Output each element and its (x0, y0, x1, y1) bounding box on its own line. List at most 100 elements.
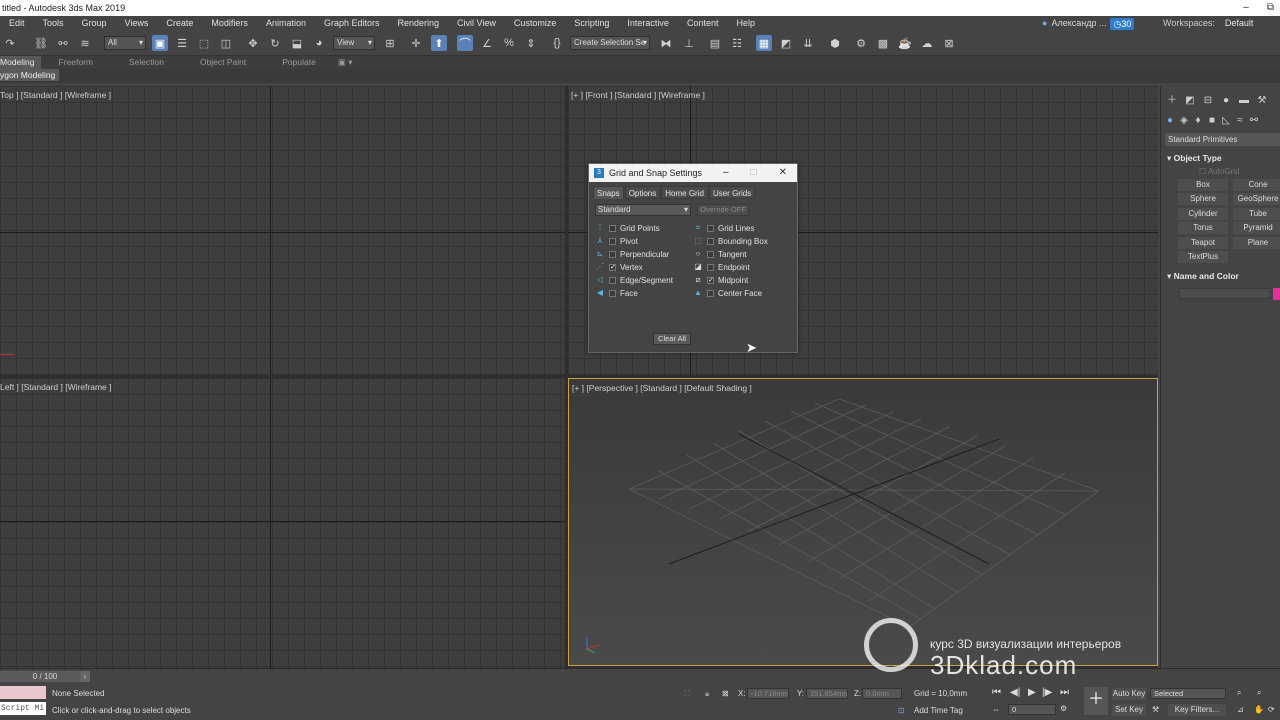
menu-scripting[interactable]: Scripting (565, 16, 618, 31)
go-to-end-icon[interactable]: ⏭ (1060, 687, 1069, 698)
snap-perpendicular[interactable]: ⊾ Perpendicular (595, 248, 670, 260)
user-account[interactable]: ● Александр ... ◷30 (1042, 16, 1135, 31)
next-frame-icon[interactable]: |▶ (1042, 687, 1052, 698)
x-coordinate-field[interactable]: -10,716mm (747, 688, 789, 699)
menu-create[interactable]: Create (157, 16, 202, 31)
time-config-icon[interactable]: ⚙ (1060, 704, 1067, 713)
curve-editor-icon[interactable]: ◩ (778, 35, 794, 51)
menu-civil-view[interactable]: Civil View (448, 16, 505, 31)
object-name-input[interactable] (1179, 288, 1271, 299)
tab-freeform[interactable]: Freeform (41, 56, 111, 69)
selection-set-dropdown[interactable]: Selected (1150, 688, 1226, 699)
unlink-icon[interactable]: ⚯ (55, 35, 71, 51)
hierarchy-tab-icon[interactable]: ⊟ (1199, 94, 1217, 108)
textplus-button[interactable]: TextPlus (1178, 251, 1228, 263)
select-object-icon[interactable]: ▣ (152, 35, 168, 51)
snap-vertex[interactable]: ⋰ ✓ Vertex (595, 261, 643, 273)
modify-tab-icon[interactable]: ◩ (1181, 94, 1199, 108)
tab-modeling[interactable]: Modeling (0, 56, 41, 69)
time-slider-next-icon[interactable]: › (80, 671, 90, 682)
checkbox[interactable] (609, 276, 616, 284)
menu-tools[interactable]: Tools (34, 16, 73, 31)
layer-explorer-icon[interactable]: ☷ (729, 35, 745, 51)
space-warps-icon[interactable]: ≈ (1233, 114, 1247, 128)
placement-icon[interactable]: ◕ (311, 35, 327, 51)
shapes-icon[interactable]: ◈ (1177, 114, 1191, 128)
z-coordinate-field[interactable]: 0,0mm (862, 688, 902, 699)
render-in-cloud-icon[interactable]: ☁ (919, 35, 935, 51)
pan-icon[interactable]: ✋ (1254, 705, 1264, 714)
scale-icon[interactable]: ⬓ (289, 35, 305, 51)
checkbox[interactable] (707, 289, 714, 297)
key-mode-icon[interactable]: ⇔ (992, 705, 1000, 714)
set-key-button[interactable]: Set Key (1112, 704, 1146, 716)
ribbon-options-icon[interactable]: ▣ ▾ (334, 56, 357, 69)
viewport-top[interactable]: Top ] [Standard ] [Wireframe ] (0, 86, 565, 375)
viewport-perspective-label[interactable]: [+ ] [Perspective ] [Standard ] [Default… (572, 383, 752, 393)
go-to-start-icon[interactable]: ⏮ (992, 687, 1001, 698)
notification-badge[interactable]: ◷30 (1110, 17, 1135, 30)
snap-grid-points[interactable]: ⁞ Grid Points (595, 222, 660, 234)
rect-selection-icon[interactable]: ⬚ (196, 35, 212, 51)
menu-modifiers[interactable]: Modifiers (202, 16, 257, 31)
menu-animation[interactable]: Animation (257, 16, 315, 31)
snap-tangent[interactable]: ○ Tangent (693, 248, 747, 260)
schematic-view-icon[interactable]: ⇊ (800, 35, 816, 51)
menu-rendering[interactable]: Rendering (389, 16, 449, 31)
window-crossing-icon[interactable]: ◫ (218, 35, 234, 51)
render-setup-icon[interactable]: ⚙ (853, 35, 869, 51)
rendered-frame-window-icon[interactable]: ▩ (875, 35, 891, 51)
cone-button[interactable]: Cone (1233, 179, 1280, 191)
align-icon[interactable]: ⊥ (681, 35, 697, 51)
checkbox[interactable] (609, 250, 616, 258)
dialog-maximize-button[interactable]: □ (751, 164, 757, 182)
set-key-big-icon[interactable]: ＋ (1084, 687, 1108, 715)
rotate-icon[interactable]: ↻ (267, 35, 283, 51)
cameras-icon[interactable]: ■ (1205, 114, 1219, 128)
add-time-tag[interactable]: Add Time Tag (914, 706, 963, 715)
tab-options[interactable]: Options (624, 186, 661, 199)
object-color-swatch[interactable] (1273, 288, 1280, 300)
time-slider[interactable]: 0 / 100 (0, 671, 90, 682)
mirror-icon[interactable]: ⧓ (658, 35, 674, 51)
snap-preset-dropdown[interactable]: Standard (595, 204, 691, 216)
menu-views[interactable]: Views (116, 16, 158, 31)
name-color-header[interactable]: Name and Color (1167, 271, 1239, 282)
tab-home-grid[interactable]: Home Grid (661, 186, 708, 199)
time-tag-icon[interactable]: ⊡ (898, 706, 905, 715)
previous-frame-icon[interactable]: ◀| (1010, 687, 1020, 698)
y-coordinate-field[interactable]: 151,654mm (806, 688, 848, 699)
snap-pivot[interactable]: ⅄ Pivot (595, 235, 638, 247)
helpers-icon[interactable]: ◺ (1219, 114, 1233, 128)
menu-help[interactable]: Help (727, 16, 764, 31)
material-editor-icon[interactable]: ⬢ (827, 35, 843, 51)
snap-midpoint[interactable]: ⧄ ✓ Midpoint (693, 274, 748, 286)
primitive-type-dropdown[interactable]: Standard Primitives (1165, 133, 1280, 146)
isolate-icon[interactable]: ⛶ (684, 689, 690, 699)
listener-pink-box[interactable] (0, 686, 46, 699)
checkbox[interactable] (707, 224, 714, 232)
lights-icon[interactable]: ♦ (1191, 114, 1205, 128)
lock-selection-icon[interactable]: 🔒︎ (705, 689, 709, 699)
restore-button[interactable]: ⧉ (1267, 0, 1274, 16)
pivot-center-icon[interactable]: ⊞ (382, 35, 398, 51)
maxscript-mini-listener[interactable]: Script Mi (0, 702, 46, 715)
checkbox[interactable] (707, 250, 714, 258)
pyramid-button[interactable]: Pyramid (1233, 222, 1280, 234)
menu-graph-editors[interactable]: Graph Editors (315, 16, 389, 31)
plane-button[interactable]: Plane (1233, 237, 1280, 249)
viewport-front-label[interactable]: [+ ] [Front ] [Standard ] [Wireframe ] (571, 90, 705, 100)
spinner-snap-icon[interactable]: ⇕ (523, 35, 539, 51)
menu-group[interactable]: Group (73, 16, 116, 31)
checkbox[interactable] (707, 263, 714, 271)
minimize-button[interactable]: – (1243, 0, 1249, 16)
menu-content[interactable]: Content (678, 16, 728, 31)
key-filter-icon[interactable]: ⚒ (1152, 705, 1159, 714)
tube-button[interactable]: Tube (1233, 208, 1280, 220)
box-button[interactable]: Box (1178, 179, 1228, 191)
tab-snaps[interactable]: Snaps (593, 186, 624, 199)
absolute-mode-icon[interactable]: ⊠ (722, 689, 729, 698)
ribbon-toggle-icon[interactable]: ▦ (756, 35, 772, 51)
geometry-icon[interactable]: ● (1163, 114, 1177, 128)
snaps-toggle-icon[interactable]: ⌒ (457, 35, 473, 51)
